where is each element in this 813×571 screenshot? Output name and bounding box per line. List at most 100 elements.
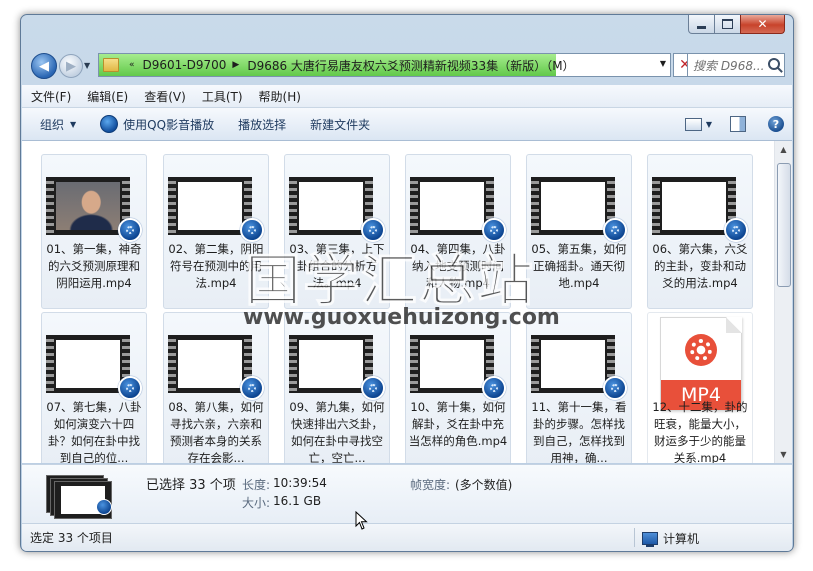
qq-player-badge-icon (724, 218, 748, 242)
help-icon[interactable]: ? (768, 116, 784, 132)
frame-width-value: (多个数值) (455, 478, 513, 492)
menu-bar: 文件(F) 编辑(E) 查看(V) 工具(T) 帮助(H) (22, 85, 792, 108)
play-selection-button[interactable]: 播放选择 (232, 116, 292, 133)
thumbnail-frame (420, 182, 484, 230)
breadcrumb-overflow-icon[interactable]: « (129, 60, 135, 70)
length-label: 长度: (242, 478, 271, 492)
qq-player-badge-icon (240, 376, 264, 400)
thumbnail-frame (299, 182, 363, 230)
qq-player-badge-icon (603, 376, 627, 400)
change-view-icon[interactable] (684, 117, 702, 131)
search-box[interactable]: 搜索 D968... (687, 53, 785, 77)
menu-file[interactable]: 文件(F) (22, 88, 78, 105)
minimize-icon (697, 25, 706, 29)
search-input[interactable]: 搜索 D968... (688, 57, 763, 74)
navigation-bar: ◀ ▶ ▼ « D9601-D9700 ▶ D9686 大唐行易唐友权六爻预测精… (21, 45, 793, 79)
file-tile[interactable]: 01、第一集，神奇的六爻预测原理和阴阳运用.mp4 (41, 154, 147, 309)
file-tile[interactable]: 08、第八集，如何寻找六亲，六亲和预测者本身的关系存在会影... (163, 312, 269, 463)
file-tile[interactable]: 11、第十一集，看卦的步骤。怎样找到自己，怎样找到用神，确... (526, 312, 632, 463)
file-tile[interactable]: 09、第九集，如何快速排出六爻卦，如何在卦中寻找空亡，空亡... (284, 312, 390, 463)
length-value: 10:39:54 (273, 476, 327, 490)
file-tile[interactable]: MP4 12、十二集，卦的旺衰，能量大小，财运多于少的能量关系.mp4 (647, 312, 753, 463)
breadcrumb-separator-icon[interactable]: ▶ (232, 60, 239, 70)
scroll-up-icon[interactable]: ▲ (775, 141, 792, 158)
play-qq-button[interactable]: 使用QQ影音播放 (94, 115, 220, 133)
file-name: 08、第八集，如何寻找六亲，六亲和预测者本身的关系存在会影... (168, 400, 264, 463)
scroll-down-icon[interactable]: ▼ (775, 446, 792, 463)
scrollbar-thumb[interactable] (777, 163, 791, 287)
folder-icon (103, 58, 119, 72)
qq-player-badge-icon (482, 376, 506, 400)
menu-help[interactable]: 帮助(H) (250, 88, 308, 105)
file-name: 01、第一集，神奇的六爻预测原理和阴阳运用.mp4 (46, 242, 142, 290)
address-bar[interactable]: « D9601-D9700 ▶ D9686 大唐行易唐友权六爻预测精新视频33集… (98, 53, 671, 77)
menu-tools[interactable]: 工具(T) (193, 88, 250, 105)
thumbnail-frame (541, 182, 605, 230)
caption-buttons: ✕ (688, 15, 785, 35)
thumbnail-frame (420, 340, 484, 388)
forward-button[interactable]: ▶ (59, 54, 83, 78)
file-tile[interactable]: 10、第十集，如何解卦，爻在卦中充当怎样的角色.mp4 (405, 312, 511, 463)
thumbnail-frame (178, 340, 242, 388)
size-value: 16.1 GB (273, 494, 322, 508)
history-dropdown-icon[interactable]: ▼ (84, 61, 90, 70)
back-arrow-icon: ◀ (39, 58, 49, 74)
details-pane: 已选择 33 个项 长度: 10:39:54 大小: 16.1 GB 帧宽度: … (22, 464, 792, 523)
status-location-text: 计算机 (663, 532, 700, 546)
mouse-cursor-icon (355, 511, 368, 530)
thumbnail-frame (56, 182, 120, 230)
file-name: 07、第七集，八卦如何演变六十四卦？如何在卦中找到自己的位... (46, 400, 142, 463)
thumbnail-frame (541, 340, 605, 388)
organize-label: 组织 (40, 117, 65, 132)
selection-count: 已选择 33 个项 (146, 478, 236, 493)
frame-width-label: 帧宽度: (410, 478, 451, 492)
address-dropdown-icon[interactable]: ▼ (660, 59, 666, 68)
file-name: 10、第十集，如何解卦，爻在卦中充当怎样的角色.mp4 (408, 400, 508, 448)
vertical-scrollbar[interactable]: ▲ ▼ (774, 141, 792, 463)
thumbnail-frame (178, 182, 242, 230)
menu-view[interactable]: 查看(V) (135, 88, 193, 105)
qq-player-icon (100, 115, 119, 133)
qq-player-badge-icon (361, 376, 385, 400)
qq-player-badge-icon (603, 218, 627, 242)
watermark-url: www.guoxuehuizong.com (243, 305, 560, 330)
close-button[interactable]: ✕ (740, 15, 785, 34)
file-tile[interactable]: 06、第六集，六爻的主卦，变卦和动爻的用法.mp4 (647, 154, 753, 309)
minimize-button[interactable] (688, 15, 715, 34)
status-bar: 选定 33 个项目 计算机 (22, 523, 792, 551)
breadcrumb-item-parent[interactable]: D9601-D9700 (143, 58, 227, 72)
file-tile[interactable]: 07、第七集，八卦如何演变六十四卦？如何在卦中找到自己的位... (41, 312, 147, 463)
close-icon: ✕ (757, 17, 768, 31)
play-qq-label: 使用QQ影音播放 (123, 117, 215, 132)
menu-edit[interactable]: 编辑(E) (78, 88, 135, 105)
preview-pane-icon[interactable] (730, 116, 746, 132)
size-label: 大小: (242, 496, 271, 510)
maximize-button[interactable] (714, 15, 741, 34)
back-button[interactable]: ◀ (31, 53, 57, 79)
status-divider (634, 528, 635, 547)
forward-arrow-icon: ▶ (66, 58, 76, 74)
thumbnail-frame (299, 340, 363, 388)
thumbnail-frame (662, 182, 726, 230)
maximize-icon (722, 19, 733, 29)
thumbnail-frame (56, 340, 120, 388)
view-options-dropdown-icon[interactable]: ▼ (706, 120, 712, 129)
breadcrumb-item-current[interactable]: D9686 大唐行易唐友权六爻预测精新视频33集（新版）（M） (247, 57, 574, 74)
command-bar: 组织 ▼ 使用QQ影音播放 播放选择 新建文件夹 ▼ ? (22, 108, 792, 141)
file-name: 06、第六集，六爻的主卦，变卦和动爻的用法.mp4 (652, 242, 748, 290)
file-name: 11、第十一集，看卦的步骤。怎样找到自己，怎样找到用神，确... (531, 400, 627, 463)
mp4-file-icon: MP4 (660, 317, 742, 411)
qq-player-badge-icon (96, 499, 112, 515)
new-folder-button[interactable]: 新建文件夹 (304, 116, 376, 133)
qq-player-badge-icon (118, 218, 142, 242)
chevron-down-icon: ▼ (70, 119, 77, 129)
file-name: 12、十二集，卦的旺衰，能量大小，财运多于少的能量关系.mp4 (652, 400, 748, 463)
status-selection-text: 选定 33 个项目 (30, 531, 113, 545)
search-icon[interactable] (768, 58, 780, 70)
organize-button[interactable]: 组织 ▼ (34, 116, 82, 133)
qq-player-badge-icon (118, 376, 142, 400)
file-name: 09、第九集，如何快速排出六爻卦，如何在卦中寻找空亡，空亡... (289, 400, 385, 463)
film-reel-icon (685, 334, 717, 366)
file-tile[interactable]: 05、第五集，如何正确摇卦。通天彻地.mp4 (526, 154, 632, 309)
new-folder-label: 新建文件夹 (310, 117, 371, 132)
